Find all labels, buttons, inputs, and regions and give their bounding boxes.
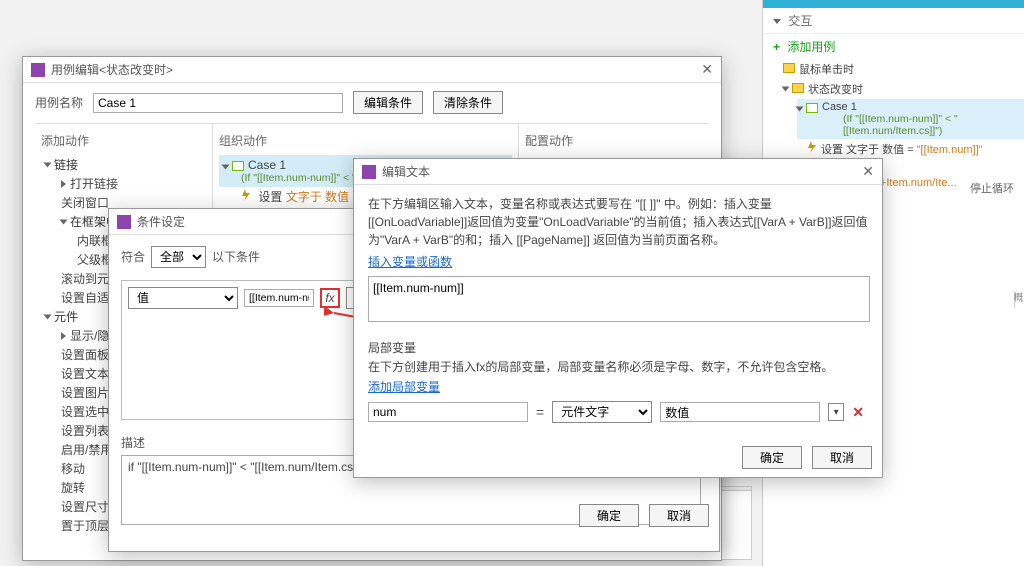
configure-action-label: 配置动作 (525, 130, 703, 155)
case1-action[interactable]: 设置 文字于 数值 = "[[Item.num]]" (807, 139, 1024, 159)
add-case-link[interactable]: + 添加用例 (763, 34, 1024, 59)
stop-loop-label: 停止循环 (970, 180, 1014, 196)
caret-icon (782, 87, 790, 92)
ok-button[interactable]: 确定 (742, 446, 802, 469)
plus-icon: + (773, 40, 780, 54)
delete-var-icon[interactable]: ✕ (852, 404, 864, 421)
caret-down-icon (773, 19, 781, 24)
case-name-input[interactable] (93, 93, 343, 113)
rp-icon (117, 215, 131, 229)
event-icon (792, 83, 804, 93)
local-var-title: 局部变量 (368, 339, 868, 356)
desc-label: 描述 (121, 436, 145, 450)
caret-icon (796, 107, 804, 112)
match-label: 符合 (121, 248, 145, 265)
edit-text-dialog: 编辑文本 ✕ 在下方编辑区输入文本，变量名称或表达式要写在 "[[ ]]" 中。… (353, 158, 883, 478)
group-links[interactable]: 链接 (41, 155, 206, 174)
var-type-select[interactable]: 元件文字 (552, 401, 652, 423)
cond-value-input[interactable] (244, 289, 314, 307)
window-title: 条件设定 (137, 213, 185, 230)
lightning-icon (807, 141, 817, 153)
event-icon (783, 63, 795, 73)
cancel-button[interactable]: 取消 (812, 446, 872, 469)
case-editor-titlebar[interactable]: 用例编辑<状态改变时> ✕ (23, 57, 721, 83)
clear-condition-button[interactable]: 清除条件 (433, 91, 503, 114)
case-icon (806, 103, 818, 113)
dropdown-icon[interactable]: ▾ (828, 403, 844, 421)
fx-button[interactable]: fx (320, 288, 340, 308)
window-title: 编辑文本 (382, 163, 430, 180)
rp-icon (362, 165, 376, 179)
event-state-change[interactable]: 状态改变时 (783, 79, 1024, 99)
action-open-link[interactable]: 打开链接 (57, 174, 206, 193)
equals-label: = (536, 404, 544, 420)
var-name-input[interactable] (368, 402, 528, 422)
insert-var-link[interactable]: 插入变量或函数 (368, 255, 452, 269)
case-1[interactable]: Case 1 (If "[[Item.num-num]]" < "[[Item.… (797, 99, 1024, 139)
section-interactions[interactable]: 交互 (763, 8, 1024, 34)
case-name-label: 用例名称 (35, 94, 83, 111)
panel-tab-highlight (763, 0, 1024, 8)
edit-text-titlebar[interactable]: 编辑文本 ✕ (354, 159, 882, 185)
local-var-help: 在下方创建用于插入fx的局部变量，局部变量名称必须是字母、数字，不允许包含空格。 (368, 358, 868, 376)
case-icon (232, 161, 244, 171)
cond-type-select[interactable]: 值 (128, 287, 238, 309)
var-widget-input[interactable] (660, 402, 820, 422)
cancel-button[interactable]: 取消 (649, 504, 709, 527)
help-text: 在下方编辑区输入文本，变量名称或表达式要写在 "[[ ]]" 中。例如：插入变量… (368, 195, 868, 249)
local-var-row: = 元件文字 ▾ ✕ (368, 401, 868, 423)
close-icon[interactable]: ✕ (701, 61, 713, 78)
window-title: 用例编辑<状态改变时> (51, 61, 173, 78)
caret-icon (222, 165, 230, 170)
event-click[interactable]: 鼠标单击时 (783, 59, 1024, 79)
rp-icon (31, 63, 45, 77)
organize-action-label: 组织动作 (219, 130, 512, 155)
lightning-icon (241, 189, 251, 201)
ok-button[interactable]: 确定 (579, 504, 639, 527)
edit-condition-button[interactable]: 编辑条件 (353, 91, 423, 114)
expression-textarea[interactable] (368, 276, 870, 322)
match-suffix: 以下条件 (212, 248, 260, 265)
case-condition: (If "[[Item.num-num]]" < "[[Item.num/Ite… (843, 113, 1020, 137)
section-label: 交互 (788, 14, 812, 28)
close-icon[interactable]: ✕ (862, 163, 874, 180)
add-local-var-link[interactable]: 添加局部变量 (368, 380, 440, 394)
add-case-label: 添加用例 (787, 40, 835, 54)
side-tab[interactable]: 概 (1014, 292, 1024, 308)
match-select[interactable]: 全部 (151, 246, 206, 268)
add-action-label: 添加动作 (41, 130, 206, 155)
